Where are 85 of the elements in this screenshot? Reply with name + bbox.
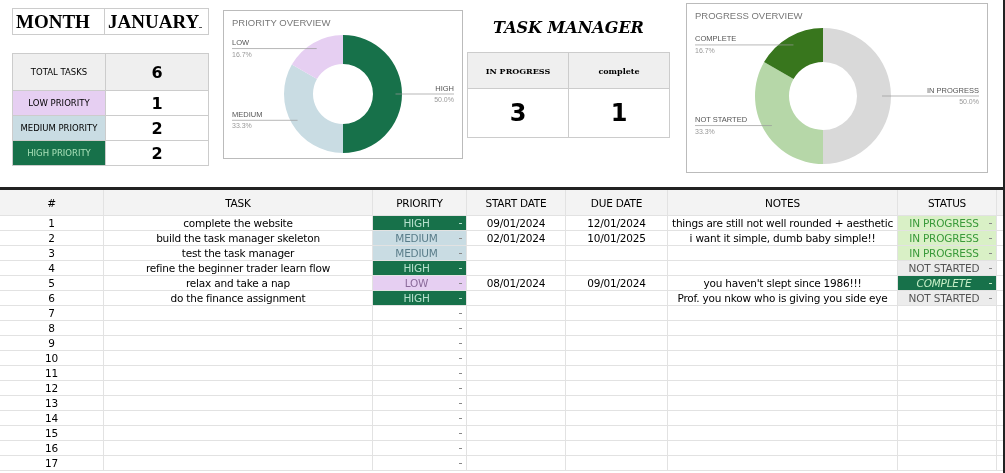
leader-line <box>231 119 298 121</box>
chart-title: PRIORITY OVERVIEW <box>232 17 331 28</box>
caret-icon <box>199 26 202 28</box>
month-label: MONTH <box>13 9 105 34</box>
priority-dropdown[interactable]: LOW <box>373 276 467 290</box>
row-number: 16 <box>0 441 104 455</box>
summary-label: HIGH PRIORITY <box>13 141 106 165</box>
chart-title: PROGRESS OVERVIEW <box>695 10 803 21</box>
caret-icon <box>459 463 462 464</box>
row-number: 4 <box>0 261 104 275</box>
date-cell: 09/01/2024 <box>467 216 566 230</box>
priority-dropdown[interactable]: MEDIUM <box>373 231 467 245</box>
priority-dropdown[interactable]: HIGH <box>373 261 467 275</box>
count-value: 1 <box>609 98 629 129</box>
priority-dropdown[interactable]: HIGH <box>373 291 467 305</box>
column-header: # <box>0 190 104 215</box>
row-number: 3 <box>0 246 104 260</box>
caret-icon <box>459 343 462 344</box>
caret-icon <box>459 328 462 329</box>
month-dropdown[interactable]: JANUARY <box>105 9 208 34</box>
row-number: 9 <box>0 336 104 350</box>
row-number: 10 <box>0 351 104 365</box>
column-header: START DATE <box>467 190 566 215</box>
column-header: DUE DATE <box>566 190 668 215</box>
caret-icon <box>459 448 462 449</box>
caret-icon <box>459 418 462 419</box>
caret-icon <box>459 268 462 269</box>
status-dropdown[interactable]: IN PROGRESS <box>898 216 997 230</box>
caret-icon <box>459 238 462 239</box>
priority-dropdown[interactable]: MEDIUM <box>373 246 467 260</box>
caret-icon <box>459 373 462 374</box>
row-number: 2 <box>0 231 104 245</box>
row-number: 8 <box>0 321 104 335</box>
caret-icon <box>989 268 992 269</box>
row-number: 5 <box>0 276 104 290</box>
row-number: 11 <box>0 366 104 380</box>
summary-label: MEDIUM PRIORITY <box>13 116 106 140</box>
column-header: STATUS <box>898 190 997 215</box>
row-number: 13 <box>0 396 104 410</box>
summary-count: 6 <box>106 54 208 90</box>
summary-count: 2 <box>150 142 164 165</box>
row-number: 15 <box>0 426 104 440</box>
column-header: NOTES <box>668 190 898 215</box>
caret-icon <box>989 253 992 254</box>
row-number: 6 <box>0 291 104 305</box>
caret-icon <box>989 223 992 224</box>
row-number: 14 <box>0 411 104 425</box>
caret-icon <box>459 223 462 224</box>
caret-icon <box>989 283 992 284</box>
caret-icon <box>459 358 462 359</box>
caret-icon <box>459 283 462 284</box>
status-dropdown[interactable]: COMPLETE <box>898 276 997 290</box>
status-dropdown[interactable]: NOT STARTED <box>898 261 997 275</box>
status-dropdown[interactable]: IN PROGRESS <box>898 246 997 260</box>
page-title: TASK MANAGER <box>493 18 644 39</box>
summary-label: LOW PRIORITY <box>13 91 106 115</box>
caret-icon <box>989 298 992 299</box>
caret-icon <box>459 403 462 404</box>
date-cell: 08/01/2024 <box>467 276 566 290</box>
date-cell: 10/01/2025 <box>566 231 668 245</box>
date-cell: 02/01/2024 <box>467 231 566 245</box>
date-cell: 09/01/2024 <box>566 276 668 290</box>
column-header: PRIORITY <box>373 190 467 215</box>
row-number: 17 <box>0 456 104 470</box>
leader-line <box>395 93 455 95</box>
summary-count: 2 <box>150 117 164 140</box>
status-dropdown[interactable]: IN PROGRESS <box>898 231 997 245</box>
caret-icon <box>459 298 462 299</box>
date-cell: 12/01/2024 <box>566 216 668 230</box>
row-number: 1 <box>0 216 104 230</box>
caret-icon <box>459 433 462 434</box>
count-value: 3 <box>508 98 528 129</box>
row-number: 7 <box>0 306 104 320</box>
caret-icon <box>459 313 462 314</box>
row-number: 12 <box>0 381 104 395</box>
summary-label: TOTAL TASKS <box>13 54 106 90</box>
priority-dropdown[interactable]: HIGH <box>373 216 467 230</box>
status-dropdown[interactable]: NOT STARTED <box>898 291 997 305</box>
count-label: complete <box>569 53 669 89</box>
count-label: IN PROGRESS <box>468 53 568 89</box>
summary-count: 1 <box>150 92 164 115</box>
caret-icon <box>459 253 462 254</box>
caret-icon <box>459 388 462 389</box>
column-header: TASK <box>104 190 373 215</box>
caret-icon <box>989 238 992 239</box>
